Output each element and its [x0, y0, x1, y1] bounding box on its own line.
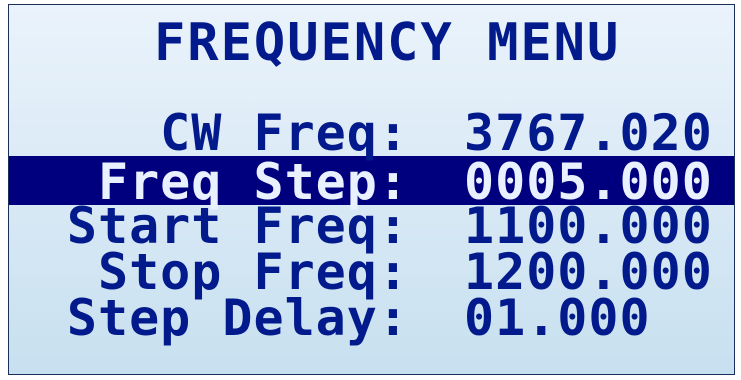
lcd-screen: FREQUENCY MENU CW Freq: 3767.020 Freq St… — [8, 4, 735, 375]
step-delay-label[interactable]: Step Delay: — [9, 293, 409, 343]
cw-freq-label[interactable]: CW Freq: — [9, 108, 409, 158]
cw-freq-value[interactable]: 3767.020 — [464, 108, 713, 158]
menu-title: FREQUENCY MENU — [154, 13, 621, 73]
step-delay-value[interactable]: 01.000 — [464, 293, 651, 343]
